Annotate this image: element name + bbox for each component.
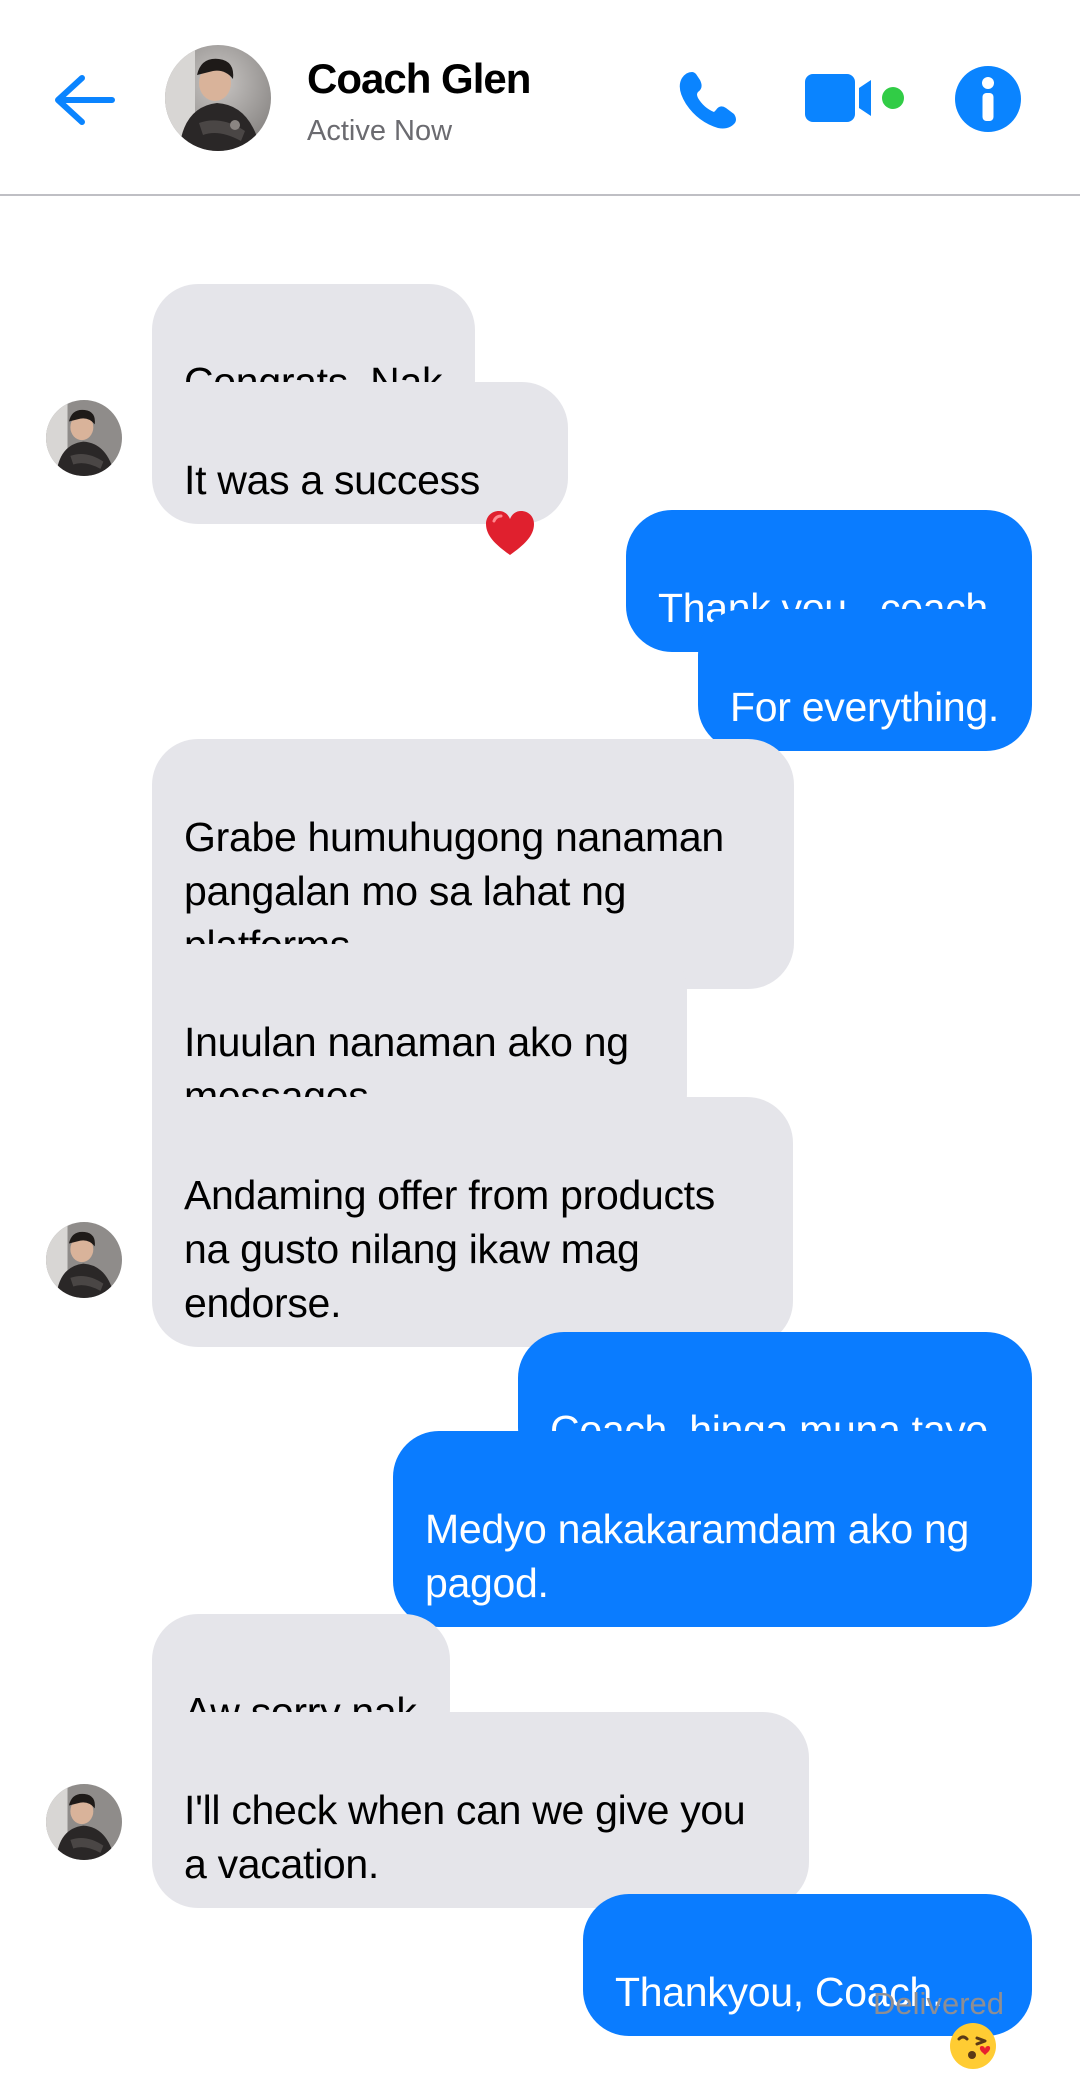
message-bubble-outgoing[interactable]: Medyo nakakaramdam ako ng pagod. xyxy=(393,1431,1032,1627)
message-text: It was a success xyxy=(184,457,480,503)
phone-icon xyxy=(679,72,736,129)
message-bubble-incoming[interactable]: I'll check when can we give you a vacati… xyxy=(152,1712,809,1908)
message-bubble-incoming[interactable]: Andaming offer from products na gusto ni… xyxy=(152,1097,793,1347)
audio-call-button[interactable] xyxy=(672,64,744,136)
message-bubble-incoming[interactable]: It was a success xyxy=(152,382,568,556)
contact-avatar-small[interactable] xyxy=(46,1784,122,1860)
message-text: I'll check when can we give you a vacati… xyxy=(184,1787,746,1887)
contact-avatar[interactable] xyxy=(165,45,271,151)
contact-avatar-small[interactable] xyxy=(46,1222,122,1298)
contact-name[interactable]: Coach Glen xyxy=(307,55,531,103)
conversation-header: Coach Glen Active Now xyxy=(0,0,1080,196)
active-status: Active Now xyxy=(307,115,453,147)
video-call-button[interactable] xyxy=(803,70,909,128)
contact-avatar-small[interactable] xyxy=(46,400,122,476)
message-thread[interactable]: Congrats, Nak It was a success Thank you… xyxy=(0,196,1080,2070)
message-text: Medyo nakakaramdam ako ng pagod. xyxy=(425,1506,970,1606)
info-icon xyxy=(955,66,1021,132)
message-text: For everything. xyxy=(730,684,999,730)
message-bubble-outgoing[interactable]: For everything. xyxy=(698,609,1032,751)
red-heart-icon xyxy=(484,455,536,556)
arrow-left-icon xyxy=(55,75,115,125)
conversation-info-button[interactable] xyxy=(953,64,1023,134)
back-button[interactable] xyxy=(48,64,122,136)
delivery-receipt: Delivered xyxy=(873,1986,1004,2021)
message-text: Andaming offer from products na gusto ni… xyxy=(184,1172,715,1326)
video-camera-icon xyxy=(805,74,904,122)
